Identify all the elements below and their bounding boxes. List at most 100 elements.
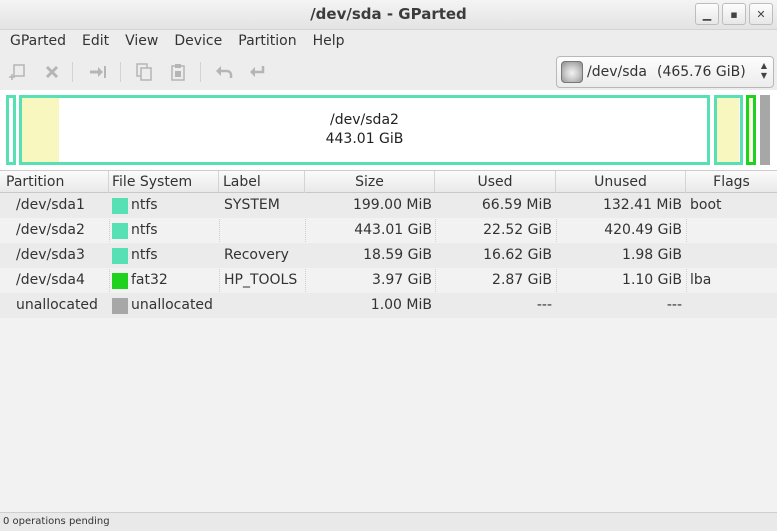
new-partition-button[interactable]: [6, 60, 30, 84]
table-row[interactable]: /dev/sda4 fat32 HP_TOOLS 3.97 GiB 2.87 G…: [0, 268, 777, 293]
paste-icon: [171, 64, 185, 81]
delete-icon: [45, 65, 59, 79]
cell-filesystem: unallocated: [131, 297, 213, 313]
apply-icon: [250, 66, 265, 77]
cell-size: 3.97 GiB: [372, 272, 432, 288]
cell-used: 66.59 MiB: [481, 197, 552, 213]
table-row[interactable]: /dev/sda2 ntfs 443.01 GiB 22.52 GiB 420.…: [0, 218, 777, 243]
cell-unused: ---: [666, 297, 682, 313]
close-icon: ✕: [756, 7, 766, 21]
menu-device[interactable]: Device: [168, 30, 228, 54]
cell-used: 22.52 GiB: [483, 222, 552, 238]
cell-partition: /dev/sda2: [16, 222, 85, 238]
toolbar-separator: [120, 62, 121, 82]
partition-block-sda3[interactable]: [714, 95, 743, 165]
cell-flags: lba: [690, 272, 712, 288]
status-bar: 0 operations pending: [0, 512, 777, 531]
device-size: (465.76 GiB): [656, 64, 746, 80]
apply-button[interactable]: [246, 60, 270, 84]
copy-icon: [136, 63, 152, 81]
cell-unused: 1.10 GiB: [622, 272, 682, 288]
used-space-bar: [717, 98, 739, 162]
table-header: Partition File System Label Size Used Un…: [0, 171, 777, 193]
device-name: /dev/sda: [587, 64, 647, 80]
partition-block-sda1[interactable]: [6, 95, 16, 165]
cell-used: 2.87 GiB: [492, 272, 552, 288]
used-space-bar: [749, 98, 751, 162]
paste-button[interactable]: [166, 60, 190, 84]
status-text: 0 operations pending: [3, 516, 110, 527]
column-header-used[interactable]: Used: [435, 171, 556, 193]
used-space-bar: [22, 98, 59, 162]
cell-unused: 1.98 GiB: [622, 247, 682, 263]
toolbar-separator: [200, 62, 201, 82]
menu-edit[interactable]: Edit: [76, 30, 115, 54]
minimize-button[interactable]: ▁: [695, 3, 719, 25]
cell-label: HP_TOOLS: [224, 272, 298, 288]
column-header-unused[interactable]: Unused: [556, 171, 686, 193]
cell-unused: 132.41 MiB: [602, 197, 682, 213]
partition-block-sda2[interactable]: /dev/sda2 443.01 GiB: [19, 95, 710, 165]
cell-filesystem: ntfs: [131, 247, 158, 263]
cell-label: Recovery: [224, 247, 289, 263]
resize-move-button[interactable]: [86, 60, 110, 84]
cell-unused: 420.49 GiB: [604, 222, 682, 238]
cell-flags: boot: [690, 197, 722, 213]
cell-filesystem: ntfs: [131, 197, 158, 213]
minimize-icon: ▁: [702, 7, 712, 21]
undo-button[interactable]: [212, 60, 236, 84]
cell-size: 443.01 GiB: [354, 222, 432, 238]
window-title: /dev/sda - GParted: [310, 5, 467, 23]
cell-filesystem: fat32: [131, 272, 168, 288]
filesystem-color-swatch: [112, 248, 128, 264]
cell-used: 16.62 GiB: [483, 247, 552, 263]
partition-table: Partition File System Label Size Used Un…: [0, 170, 777, 512]
unallocated-block[interactable]: [760, 95, 770, 165]
column-header-file-system[interactable]: File System: [109, 171, 219, 193]
resize-move-icon: [90, 66, 106, 78]
column-header-partition[interactable]: Partition: [0, 171, 109, 193]
maximize-icon: ▪: [730, 7, 738, 21]
delete-partition-button[interactable]: [40, 60, 64, 84]
table-row[interactable]: /dev/sda3 ntfs Recovery 18.59 GiB 16.62 …: [0, 243, 777, 268]
cell-size: 18.59 GiB: [363, 247, 432, 263]
window-controls: ▁ ▪ ✕: [695, 3, 773, 25]
device-selector[interactable]: /dev/sda (465.76 GiB) ▲ ▼: [556, 56, 774, 88]
cell-filesystem: ntfs: [131, 222, 158, 238]
cell-partition: /dev/sda4: [16, 272, 85, 288]
cell-label: SYSTEM: [224, 197, 280, 213]
cell-partition: unallocated: [16, 297, 98, 313]
column-header-flags[interactable]: Flags: [686, 171, 777, 193]
menu-help[interactable]: Help: [307, 30, 351, 54]
menu-partition[interactable]: Partition: [232, 30, 302, 54]
table-row[interactable]: unallocated unallocated 1.00 MiB --- ---: [0, 293, 777, 318]
new-partition-icon: [9, 64, 25, 80]
selected-partition-size: 443.01 GiB: [325, 131, 404, 147]
filesystem-color-swatch: [112, 273, 128, 289]
disk-map: /dev/sda2 443.01 GiB: [0, 90, 777, 170]
menu-view[interactable]: View: [119, 30, 164, 54]
cell-size: 1.00 MiB: [370, 297, 432, 313]
cell-size: 199.00 MiB: [352, 197, 432, 213]
partition-block-sda4[interactable]: [746, 95, 756, 165]
cell-partition: /dev/sda3: [16, 247, 85, 263]
cell-used: ---: [536, 297, 552, 313]
menu-bar: GParted Edit View Device Partition Help: [0, 30, 777, 54]
filesystem-color-swatch: [112, 223, 128, 239]
selected-partition-name: /dev/sda2: [330, 112, 399, 128]
maximize-button[interactable]: ▪: [722, 3, 746, 25]
cell-partition: /dev/sda1: [16, 197, 85, 213]
copy-button[interactable]: [132, 60, 156, 84]
menu-gparted[interactable]: GParted: [4, 30, 72, 54]
undo-icon: [216, 66, 233, 78]
column-header-size[interactable]: Size: [305, 171, 435, 193]
table-body: /dev/sda1 ntfs SYSTEM 199.00 MiB 66.59 M…: [0, 193, 777, 318]
toolbar-separator: [72, 62, 73, 82]
close-button[interactable]: ✕: [749, 3, 773, 25]
filesystem-color-swatch: [112, 298, 128, 314]
title-bar: /dev/sda - GParted ▁ ▪ ✕: [0, 0, 777, 30]
table-row[interactable]: /dev/sda1 ntfs SYSTEM 199.00 MiB 66.59 M…: [0, 193, 777, 218]
column-header-label[interactable]: Label: [219, 171, 305, 193]
filesystem-color-swatch: [112, 198, 128, 214]
hard-disk-icon: [561, 61, 583, 83]
